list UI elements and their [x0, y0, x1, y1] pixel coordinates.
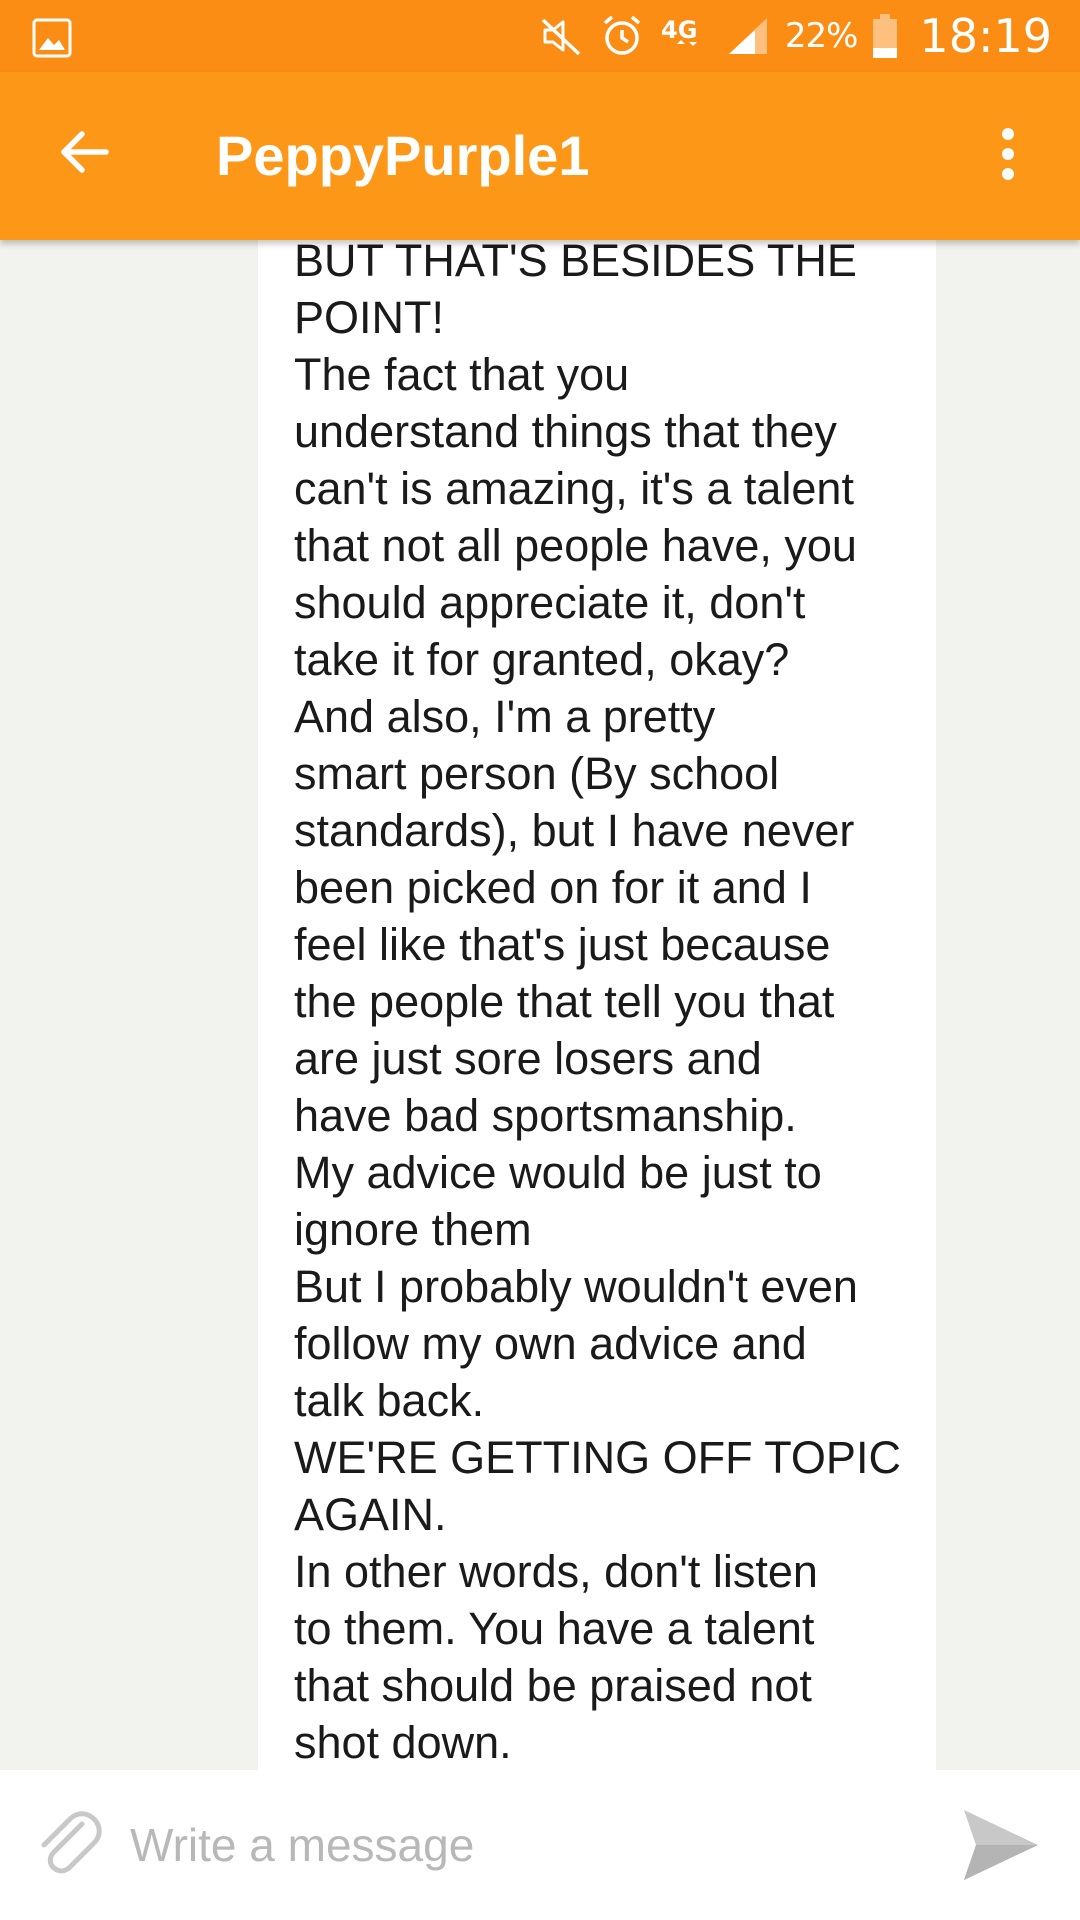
message-line: feel like that's just because: [294, 919, 831, 970]
attach-button[interactable]: [28, 1804, 108, 1884]
message-line: POINT!: [294, 292, 445, 343]
network-4g-icon: 4G: [659, 12, 711, 60]
app-bar: PeppyPurple1: [0, 72, 1080, 240]
message-line: shot down.: [294, 1717, 512, 1768]
battery-percent: 22%: [784, 16, 859, 56]
message-line: smart person (By school: [294, 748, 780, 799]
signal-icon: [725, 14, 771, 58]
message-input[interactable]: [130, 1810, 910, 1880]
message-line: to them. You have a talent: [294, 1603, 815, 1654]
message-line: understand things that they: [294, 406, 837, 457]
message-line: WE'RE GETTING OFF TOPIC: [294, 1432, 901, 1483]
message-line: that should be praised not: [294, 1660, 812, 1711]
message-line: My advice would be just to: [294, 1147, 822, 1198]
message-line: ignore them: [294, 1204, 532, 1255]
message-composer: [0, 1770, 1080, 1920]
paperclip-icon: [30, 1804, 106, 1884]
send-button[interactable]: [958, 1804, 1044, 1890]
message-line: the people that tell you that: [294, 976, 835, 1027]
conversation-title: PeppyPurple1: [216, 124, 590, 187]
message-line: But I probably wouldn't even: [294, 1261, 858, 1312]
battery-icon: [871, 12, 899, 60]
message-line: have bad sportsmanship.: [294, 1090, 797, 1141]
message-line: been picked on for it and I: [294, 862, 812, 913]
message-line: can't is amazing, it's a talent: [294, 463, 854, 514]
message-line: take it for granted, okay?: [294, 634, 790, 685]
message-line: AGAIN.: [294, 1489, 447, 1540]
message-text: BUT THAT'S BESIDES THE POINT! The fact t…: [294, 240, 901, 1770]
message-line: And also, I'm a pretty: [294, 691, 716, 742]
overflow-menu-button[interactable]: [980, 120, 1036, 192]
arrow-left-icon: [56, 124, 112, 184]
clock: 18:19: [919, 9, 1052, 63]
message-list[interactable]: BUT THAT'S BESIDES THE POINT! The fact t…: [0, 240, 1080, 1770]
message-line: In other words, don't listen: [294, 1546, 818, 1597]
more-vert-icon: [998, 126, 1018, 186]
mute-icon: [537, 14, 585, 58]
message-line: should appreciate it, don't: [294, 577, 806, 628]
status-indicators: 4G 22% 18:19: [537, 0, 1052, 72]
message-line: talk back.: [294, 1375, 485, 1426]
message-line: are just sore losers and: [294, 1033, 762, 1084]
message-line: standards), but I have never: [294, 805, 855, 856]
status-bar: 4G 22% 18:19: [0, 0, 1080, 72]
message-line: BUT THAT'S BESIDES THE: [294, 240, 857, 286]
send-icon: [960, 1804, 1042, 1890]
message-line: follow my own advice and: [294, 1318, 807, 1369]
message-bubble: BUT THAT'S BESIDES THE POINT! The fact t…: [258, 240, 936, 1770]
back-button[interactable]: [52, 122, 116, 186]
gallery-icon: [32, 18, 72, 58]
message-line: The fact that you: [294, 349, 630, 400]
alarm-icon: [599, 13, 645, 59]
message-line: that not all people have, you: [294, 520, 857, 571]
network-label: 4G: [661, 16, 697, 44]
